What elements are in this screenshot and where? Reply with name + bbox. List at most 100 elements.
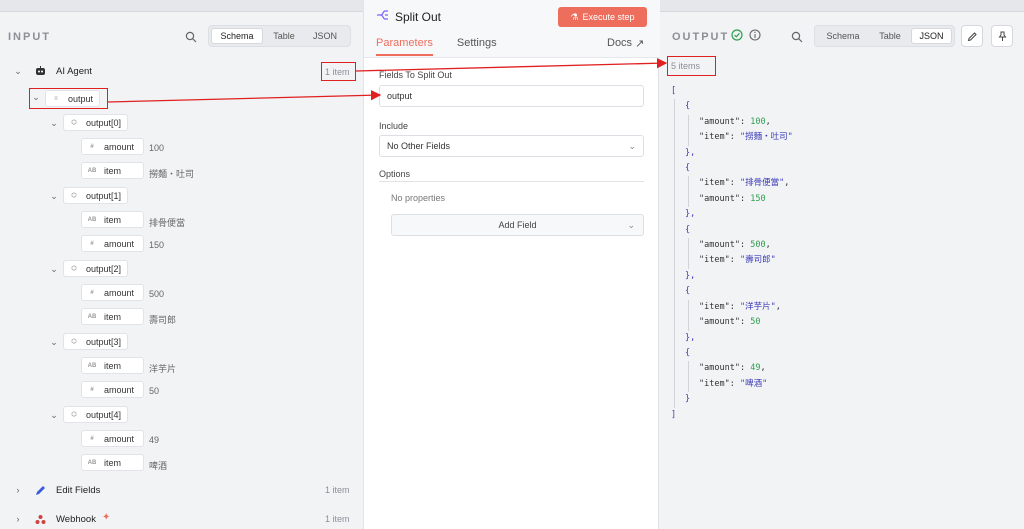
json-brace-close: }, (685, 209, 696, 220)
node-tabs: Parameters Settings (376, 37, 497, 56)
number-type-icon: # (90, 240, 94, 247)
tab-json[interactable]: JSON (305, 28, 345, 44)
chevron-down-icon[interactable]: ⌄ (49, 337, 59, 348)
json-brace-close: }, (685, 332, 696, 343)
output-view-tabs: Schema Table JSON (814, 25, 955, 47)
schema-field-chip[interactable]: # amount (81, 430, 144, 447)
schema-field-value: 壽司郎 (149, 315, 177, 325)
schema-group-chip[interactable]: ⬡ output[1] (63, 187, 129, 204)
number-type-icon: # (90, 386, 94, 393)
success-check-icon (731, 29, 743, 41)
schema-group-chip[interactable]: ⬡ output[4] (63, 406, 129, 423)
chevron-down-icon[interactable]: ⌄ (49, 264, 59, 275)
number-type-icon: # (90, 289, 94, 296)
json-line: "amount": 100, (699, 116, 771, 127)
chevron-down-icon[interactable]: ⌄ (49, 191, 59, 202)
tab-json[interactable]: JSON (911, 28, 952, 44)
chevron-down-icon[interactable]: ⌄ (13, 66, 23, 77)
schema-field-value: 洋芋片 (149, 364, 177, 374)
schema-field-chip[interactable]: AB item (81, 357, 144, 374)
schema-field-chip[interactable]: # amount (81, 284, 144, 301)
annotation-box (667, 56, 716, 76)
schema-field-chip[interactable]: AB item (81, 211, 144, 228)
json-line: "item": "壽司郎" (699, 255, 776, 266)
json-brace-open: { (685, 286, 691, 297)
edit-fields-item-count: 1 item (325, 485, 350, 495)
chevron-down-icon: ⌄ (627, 219, 635, 230)
string-type-icon: AB (87, 216, 97, 223)
robot-icon (32, 64, 48, 78)
node-header: Split Out ⚗ Execute step Parameters Sett… (364, 0, 660, 58)
json-bracket-close: ] (671, 409, 677, 420)
schema-field-value: 100 (149, 143, 165, 153)
output-title: OUTPUT (672, 31, 730, 43)
webhook-item-count: 1 item (325, 514, 350, 524)
object-icon: ⬡ (71, 412, 77, 418)
schema-field-value: 啤酒 (149, 461, 168, 471)
object-icon: ⬡ (71, 339, 77, 345)
include-select[interactable]: No Other Fields ⌄ (379, 135, 644, 157)
annotation-box (29, 88, 108, 109)
schema-field-chip[interactable]: # amount (81, 381, 144, 398)
docs-link[interactable]: Docs ↗ (607, 37, 644, 50)
schema-field-chip[interactable]: # amount (81, 235, 144, 252)
json-bracket-open: [ (671, 86, 677, 96)
json-brace-open: { (685, 347, 691, 358)
schema-group-chip[interactable]: ⬡ output[0] (63, 114, 129, 131)
chevron-down-icon[interactable]: ⌄ (49, 118, 59, 129)
json-line: "item": "洋芋片", (699, 301, 781, 312)
tab-table[interactable]: Table (871, 28, 909, 44)
string-type-icon: AB (87, 459, 97, 466)
schema-field-chip[interactable]: AB item (81, 308, 144, 325)
schema-field-value: 500 (149, 289, 165, 299)
flask-icon: ⚗ (570, 11, 579, 22)
add-field-button[interactable]: Add Field ⌄ (391, 214, 644, 236)
search-icon[interactable] (183, 29, 199, 45)
chevron-down-icon[interactable]: ⌄ (49, 410, 59, 421)
schema-field-chip[interactable]: AB item (81, 162, 144, 179)
node-edit-fields[interactable]: Edit Fields (56, 485, 100, 496)
number-type-icon: # (90, 435, 94, 442)
node-ai-agent[interactable]: AI Agent (56, 66, 92, 77)
node-webhook[interactable]: Webhook (56, 514, 96, 525)
input-view-tabs: Schema Table JSON (208, 25, 351, 47)
edit-output-button[interactable] (961, 25, 983, 47)
json-object: "amount": 100, "item": "撈麵・吐司" (688, 114, 793, 146)
json-line: "item": "撈麵・吐司" (699, 132, 793, 143)
pencil-icon (967, 31, 977, 41)
schema-group-chip[interactable]: ⬡ output[2] (63, 260, 129, 277)
fields-to-split-out-input[interactable]: output (379, 85, 644, 107)
chevron-right-icon[interactable]: › (13, 514, 23, 524)
schema-field-value: 排骨便當 (149, 218, 186, 228)
tab-settings[interactable]: Settings (457, 37, 497, 56)
json-brace-open: { (685, 101, 691, 112)
include-label: Include (379, 121, 409, 131)
external-link-icon: ↗ (635, 38, 645, 50)
schema-field-chip[interactable]: # amount (81, 138, 144, 155)
number-type-icon: # (90, 143, 94, 150)
split-out-icon (376, 9, 389, 24)
info-icon[interactable] (749, 29, 761, 41)
json-object: "amount": 49, "item": "啤酒" (688, 361, 793, 393)
search-icon[interactable] (789, 29, 805, 45)
schema-field-chip[interactable]: AB item (81, 454, 144, 471)
tab-table[interactable]: Table (265, 28, 303, 44)
trigger-icon: ✦ (102, 512, 111, 523)
json-brace-open: { (685, 224, 691, 235)
schema-field-value: 49 (149, 435, 160, 445)
object-icon: ⬡ (71, 193, 77, 199)
chevron-right-icon[interactable]: › (13, 485, 23, 495)
tab-schema[interactable]: Schema (817, 28, 869, 44)
fields-to-split-out-label: Fields To Split Out (379, 70, 452, 80)
no-properties-text: No properties (391, 193, 446, 203)
options-divider (379, 181, 644, 182)
tab-schema[interactable]: Schema (211, 28, 263, 44)
execute-step-button[interactable]: ⚗ Execute step (558, 7, 647, 27)
schema-group-chip[interactable]: ⬡ output[3] (63, 333, 129, 350)
schema-field-value: 50 (149, 386, 160, 396)
tab-parameters[interactable]: Parameters (376, 37, 433, 56)
pin-output-button[interactable] (991, 25, 1013, 47)
node-parameters-panel: Split Out ⚗ Execute step Parameters Sett… (363, 0, 660, 529)
json-brace-close: }, (685, 147, 696, 158)
options-label: Options (379, 169, 411, 179)
